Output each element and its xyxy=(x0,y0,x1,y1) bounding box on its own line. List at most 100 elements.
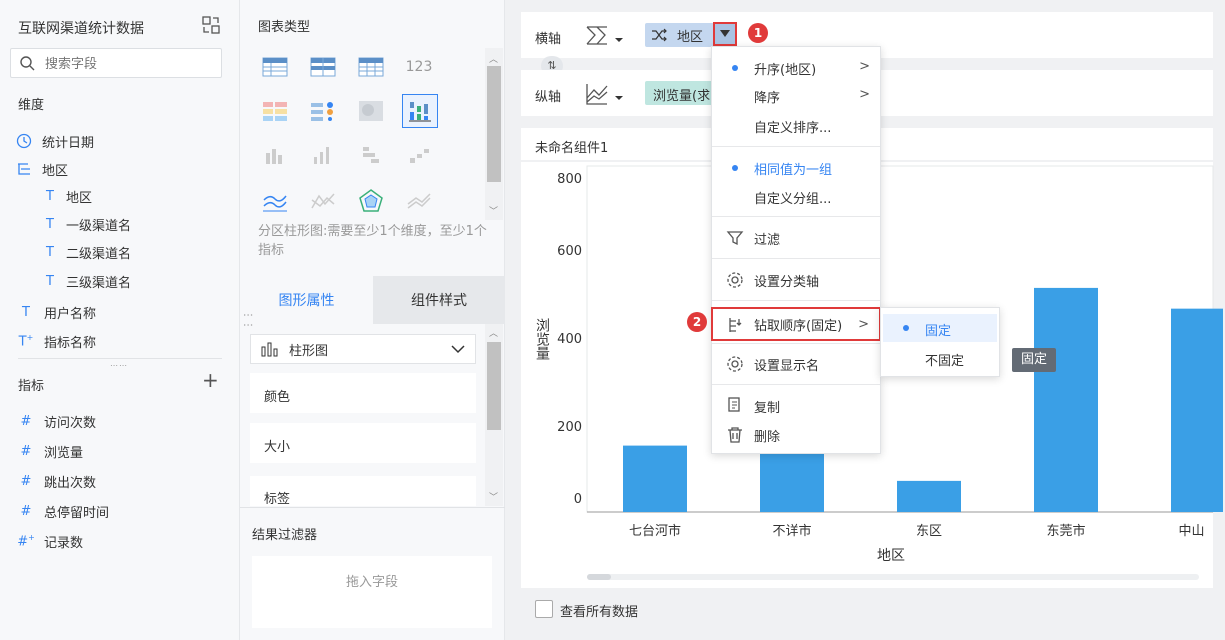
multi-series-bar-icon[interactable] xyxy=(258,140,292,170)
field-label: 指标名称 xyxy=(44,335,97,351)
field-stat-date[interactable]: 统计日期 xyxy=(16,130,94,152)
area-chart-icon[interactable] xyxy=(306,186,340,216)
scroll-thumb[interactable] xyxy=(487,342,501,430)
menu-display-name[interactable]: 设置显示名 xyxy=(712,350,880,378)
x-tick-label: 七台河市 xyxy=(628,524,681,539)
menu-copy[interactable]: 复制 xyxy=(712,392,880,420)
switch-dataset-icon[interactable] xyxy=(202,16,220,34)
radar-chart-icon[interactable] xyxy=(354,186,388,216)
tab-component-style[interactable]: 组件样式 xyxy=(373,276,505,324)
bar-1[interactable] xyxy=(760,449,824,512)
dot-table-icon[interactable] xyxy=(306,96,340,126)
submenu-not-fixed[interactable]: 不固定 xyxy=(883,344,997,372)
scroll-up-icon[interactable]: ︿ xyxy=(489,326,498,339)
search-box[interactable] xyxy=(10,48,222,78)
menu-sort-asc[interactable]: 升序(地区) > xyxy=(712,54,880,82)
text-type-icon: T xyxy=(46,188,54,204)
text-type-icon: T xyxy=(46,244,54,260)
drill-order-icon xyxy=(729,318,742,332)
chart-style-select[interactable]: 柱形图 xyxy=(250,334,476,364)
view-all-checkbox[interactable] xyxy=(535,600,553,618)
scroll-down-icon[interactable]: ﹀ xyxy=(489,204,498,217)
trash-icon xyxy=(728,427,742,443)
field-label: 一级渠道名 xyxy=(66,218,132,234)
range-area-icon[interactable] xyxy=(402,186,436,216)
dimension-header: 维度 xyxy=(18,98,45,113)
scroll-up-icon[interactable]: ︿ xyxy=(489,52,498,65)
bar-0[interactable] xyxy=(623,445,687,512)
field-label: 用户名称 xyxy=(44,306,97,322)
field-label: 统计日期 xyxy=(42,135,95,151)
submenu-fixed[interactable]: 固定 xyxy=(883,314,997,342)
metric-bounce[interactable]: # 跳出次数 xyxy=(16,470,96,492)
kpi-number-icon[interactable]: 123 xyxy=(402,52,436,82)
menu-label: 过滤 xyxy=(754,232,781,248)
table-chart-icon[interactable] xyxy=(258,52,292,82)
tab-graphic-attributes[interactable]: 图形属性 xyxy=(240,276,373,324)
x-axis-title: 地区 xyxy=(877,548,905,564)
field-metric-name[interactable]: T+ 指标名称 xyxy=(16,330,96,352)
text-type-icon: T xyxy=(46,216,54,232)
metric-stay-time[interactable]: # 总停留时间 xyxy=(16,500,109,522)
detail-table-icon[interactable] xyxy=(354,52,388,82)
chart-type-hint: 分区柱形图:需要至少1个维度，至少1个指标 xyxy=(258,224,487,258)
bar-chart-icon[interactable] xyxy=(306,140,340,170)
chart-scroll-thumb[interactable] xyxy=(587,574,611,580)
menu-group-same[interactable]: 相同值为一组 xyxy=(712,154,880,182)
stacked-bar-icon[interactable] xyxy=(354,140,388,170)
menu-drill-order[interactable]: 钻取顺序(固定) > xyxy=(711,307,881,341)
bar-4[interactable] xyxy=(1171,308,1223,512)
line-chart-icon[interactable] xyxy=(258,186,292,216)
chart-type-scrollbar[interactable]: ︿ ﹀ xyxy=(485,48,503,220)
partition-bar-chart-icon[interactable] xyxy=(402,94,438,128)
field-label: 总停留时间 xyxy=(44,505,110,521)
search-input[interactable] xyxy=(45,54,205,72)
step-badge-1: 1 xyxy=(748,23,768,43)
field-channel-1[interactable]: T 一级渠道名 xyxy=(40,213,131,235)
field-region-group[interactable]: 地区 xyxy=(16,158,68,180)
menu-custom-group[interactable]: 自定义分组... xyxy=(712,183,880,211)
metric-record-count[interactable]: #+ 记录数 xyxy=(16,530,83,552)
metric-visits[interactable]: # 访问次数 xyxy=(16,410,96,432)
props-scrollbar[interactable]: ︿ ﹀ xyxy=(485,324,503,506)
step-badge-2: 2 xyxy=(687,312,707,332)
menu-custom-sort[interactable]: 自定义排序... xyxy=(712,112,880,140)
drill-order-submenu: 固定 不固定 xyxy=(880,307,1000,377)
filter-drop-zone[interactable]: 拖入字段 xyxy=(252,556,492,628)
bar-2[interactable] xyxy=(897,480,961,512)
text-type-icon: T xyxy=(46,273,54,289)
field-region[interactable]: T 地区 xyxy=(40,185,92,207)
chart-scrollbar[interactable] xyxy=(587,574,1199,580)
heatmap-icon[interactable] xyxy=(354,96,388,126)
scroll-thumb[interactable] xyxy=(487,66,501,182)
bar-chart-icon xyxy=(261,342,278,357)
waterfall-chart-icon[interactable] xyxy=(402,140,436,170)
bar-3[interactable] xyxy=(1034,287,1098,512)
prop-size[interactable]: 大小 xyxy=(250,423,476,463)
resize-handle-vertical[interactable]: ⋮⋮ xyxy=(242,310,253,330)
scroll-down-icon[interactable]: ﹀ xyxy=(489,490,498,503)
prop-color[interactable]: 颜色 xyxy=(250,373,476,413)
field-label: 地区 xyxy=(42,163,69,179)
menu-filter[interactable]: 过滤 xyxy=(712,224,880,252)
field-user-name[interactable]: T 用户名称 xyxy=(16,301,96,323)
metric-views[interactable]: # 浏览量 xyxy=(16,440,83,462)
y-tick-label: 600 xyxy=(557,244,582,259)
resize-handle[interactable]: ⋯⋯ xyxy=(110,361,128,370)
menu-divider xyxy=(712,216,880,217)
copy-icon xyxy=(728,397,740,412)
hierarchy-icon xyxy=(18,163,30,175)
menu-delete[interactable]: 删除 xyxy=(712,421,880,449)
color-table-icon[interactable] xyxy=(258,96,292,126)
menu-sort-desc[interactable]: 降序 > xyxy=(712,82,880,110)
field-label: 跳出次数 xyxy=(44,475,97,491)
field-channel-3[interactable]: T 三级渠道名 xyxy=(40,270,131,292)
add-metric-icon[interactable]: + xyxy=(202,370,219,390)
y-tick-label: 800 xyxy=(557,172,582,187)
prop-label[interactable]: 标签 xyxy=(250,476,476,506)
menu-set-axis[interactable]: 设置分类轴 xyxy=(712,266,880,294)
crosstab-chart-icon[interactable] xyxy=(306,52,340,82)
search-icon xyxy=(20,56,35,71)
field-channel-2[interactable]: T 二级渠道名 xyxy=(40,241,131,263)
selected-dot xyxy=(732,165,738,171)
